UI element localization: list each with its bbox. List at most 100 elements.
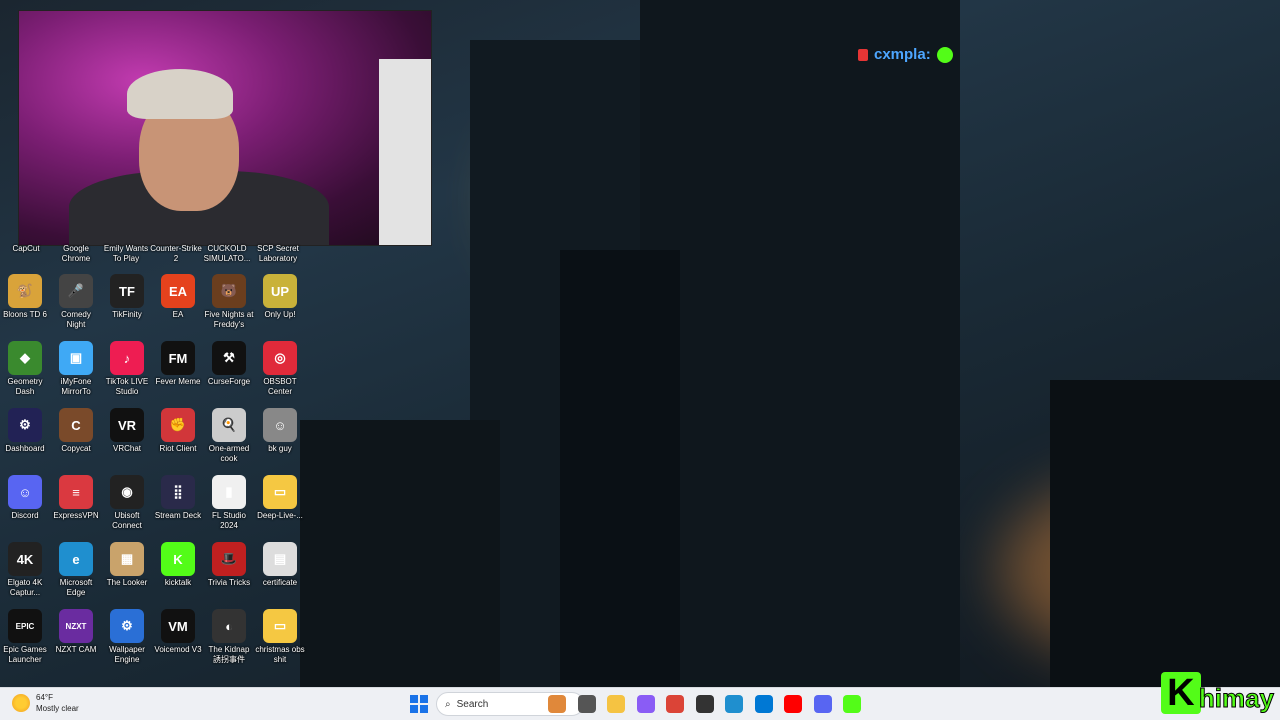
desktop-icon-label: iMyFone MirrorTo — [60, 377, 92, 396]
desktop-icon[interactable]: ◆ Geometry Dash — [0, 341, 50, 397]
app-icon: 🍳 — [212, 408, 246, 442]
desktop-icon[interactable]: ◎ OBSBOT Center — [255, 341, 305, 397]
app-icon: UP — [263, 274, 297, 308]
icon-label-cuckold[interactable]: CUCKOLD SIMULATO... — [201, 244, 253, 264]
app-icon: FM — [161, 341, 195, 375]
desktop-icon[interactable]: ▭ Deep-Live-... — [255, 475, 305, 521]
chat-badge-icon — [858, 48, 868, 61]
icon-label-capcut[interactable]: CapCut — [0, 244, 52, 254]
taskbar-people-app-icon[interactable] — [548, 695, 566, 713]
start-button[interactable] — [410, 695, 428, 713]
desktop-icon[interactable]: ♪ TikTok LIVE Studio — [102, 341, 152, 397]
desktop-icon[interactable]: FM Fever Meme — [153, 341, 203, 387]
desktop-icon-label: ExpressVPN — [53, 511, 99, 520]
desktop-icon-label: VRChat — [112, 444, 141, 453]
desktop-icon[interactable]: ▤ certificate — [255, 542, 305, 588]
weather-widget[interactable]: 64°F Mostly clear — [12, 692, 79, 714]
desktop-icon[interactable]: 4K Elgato 4K Captur... — [0, 542, 50, 598]
desktop-icon[interactable]: ▦ The Looker — [102, 542, 152, 588]
desktop-icon[interactable]: ▣ iMyFone MirrorTo — [51, 341, 101, 397]
taskbar-obs-icon[interactable] — [695, 695, 714, 713]
desktop-icon[interactable]: 🍳 One-armed cook — [204, 408, 254, 464]
app-icon: K — [161, 542, 195, 576]
desktop-icon[interactable]: 🐻 Five Nights at Freddy's — [204, 274, 254, 330]
icon-label-chrome[interactable]: Google Chrome — [50, 244, 102, 264]
app-icon: 🎩 — [212, 542, 246, 576]
desktop-icon-label: Trivia Tricks — [207, 578, 251, 587]
desktop-icon-label: bk guy — [268, 444, 292, 453]
icon-label-cs2[interactable]: Counter-Strike 2 — [150, 244, 202, 264]
desktop-icon[interactable]: ◉ Ubisoft Connect — [102, 475, 152, 531]
desktop-icon[interactable]: ⣿ Stream Deck — [153, 475, 203, 521]
desktop-icon[interactable]: ✊ Riot Client — [153, 408, 203, 454]
desktop-icon[interactable]: VR VRChat — [102, 408, 152, 454]
desktop-icon[interactable]: 🐒 Bloons TD 6 — [0, 274, 50, 320]
icon-label-emily[interactable]: Emily Wants To Play — [100, 244, 152, 264]
app-icon: ◉ — [110, 475, 144, 509]
chat-message: cxmpla: — [858, 46, 953, 63]
kick-logo-icon: K — [1160, 672, 1201, 714]
desktop-icon[interactable]: Kkicktalk — [153, 542, 203, 588]
icon-label-scp[interactable]: SCP Secret Laboratory — [252, 244, 304, 264]
taskbar-file-explorer-icon[interactable] — [607, 695, 625, 713]
app-icon: ☺ — [263, 408, 297, 442]
desktop-icon[interactable]: 🎤 Comedy Night — [51, 274, 101, 330]
app-icon: ◆ — [8, 341, 42, 375]
weather-temp: 64°F — [36, 693, 53, 702]
desktop-icon[interactable]: TF TikFinity — [102, 274, 152, 320]
desktop-icon[interactable]: ⚒ CurseForge — [204, 341, 254, 387]
app-icon: 🎤 — [59, 274, 93, 308]
taskbar-task-view-icon[interactable] — [577, 695, 596, 713]
desktop-icon-label: Only Up! — [264, 310, 296, 319]
desktop-icon[interactable]: UP Only Up! — [255, 274, 305, 320]
desktop-icon[interactable]: C Copycat — [51, 408, 101, 454]
taskbar-edge-icon[interactable] — [725, 695, 743, 713]
desktop-icon-label: FL Studio 2024 — [212, 511, 246, 530]
taskbar-youtube-icon[interactable] — [784, 695, 802, 713]
taskbar-chrome-icon[interactable] — [666, 695, 684, 713]
app-icon: ◐ — [212, 609, 246, 643]
taskbar-kick-icon[interactable] — [843, 695, 861, 713]
desktop-icon[interactable]: ⚙ Dashboard — [0, 408, 50, 454]
desktop-icon-label: Riot Client — [159, 444, 197, 453]
taskbar-store-icon[interactable] — [754, 695, 773, 713]
desktop-icon[interactable]: e Microsoft Edge — [51, 542, 101, 598]
weather-icon — [12, 694, 30, 712]
app-icon: ▤ — [263, 542, 297, 576]
app-icon: ♪ — [110, 341, 144, 375]
desktop-icon-label: One-armed cook — [208, 444, 250, 463]
app-icon: VM — [161, 609, 195, 643]
app-icon: ⚙ — [110, 609, 144, 643]
app-icon: TF — [110, 274, 144, 308]
taskbar-copilot-icon[interactable] — [636, 695, 655, 713]
desktop-icon[interactable]: ◐ The Kidnap 誘拐事件 — [204, 609, 254, 665]
desktop-icon-label: TikTok LIVE Studio — [105, 377, 149, 396]
desktop-icon[interactable]: ☺ bk guy — [255, 408, 305, 454]
windows-logo-icon — [410, 695, 418, 703]
desktop-icon[interactable]: ⚙ Wallpaper Engine — [102, 609, 152, 665]
desktop-icon[interactable]: NZXT NZXT CAM — [51, 609, 101, 655]
app-icon: NZXT — [59, 609, 93, 643]
desktop-icon-label: Five Nights at Freddy's — [204, 310, 254, 329]
app-icon: C — [59, 408, 93, 442]
desktop-icon[interactable]: EPIC Epic Games Launcher — [0, 609, 50, 665]
taskbar-discord-icon[interactable] — [813, 695, 832, 713]
desktop-icon[interactable]: ▭ christmas obs shit — [255, 609, 305, 665]
kick-brand-logo: K himay — [1160, 672, 1275, 714]
app-icon: VR — [110, 408, 144, 442]
desktop-icon-label: The Looker — [106, 578, 148, 587]
desktop-icon[interactable]: ☺ Discord — [0, 475, 50, 521]
desktop-icon[interactable]: EA EA — [153, 274, 203, 320]
taskbar: 64°F Mostly clear ⌕ Search ▲ — [0, 687, 1280, 720]
desktop-icon-label: Ubisoft Connect — [112, 511, 142, 530]
desktop-icon[interactable]: ▮ FL Studio 2024 — [204, 475, 254, 531]
webcam-overlay — [18, 10, 432, 246]
desktop-icon-label: Geometry Dash — [7, 377, 43, 396]
desktop-icon-label: EA — [172, 310, 184, 319]
desktop-icon-label: Bloons TD 6 — [3, 310, 47, 319]
desktop-icon[interactable]: ≡ ExpressVPN — [51, 475, 101, 521]
app-icon: ▣ — [59, 341, 93, 375]
desktop-icon[interactable]: VM Voicemod V3 — [153, 609, 203, 655]
weather-desc: Mostly clear — [36, 704, 79, 713]
desktop-icon[interactable]: 🎩 Trivia Tricks — [204, 542, 254, 588]
